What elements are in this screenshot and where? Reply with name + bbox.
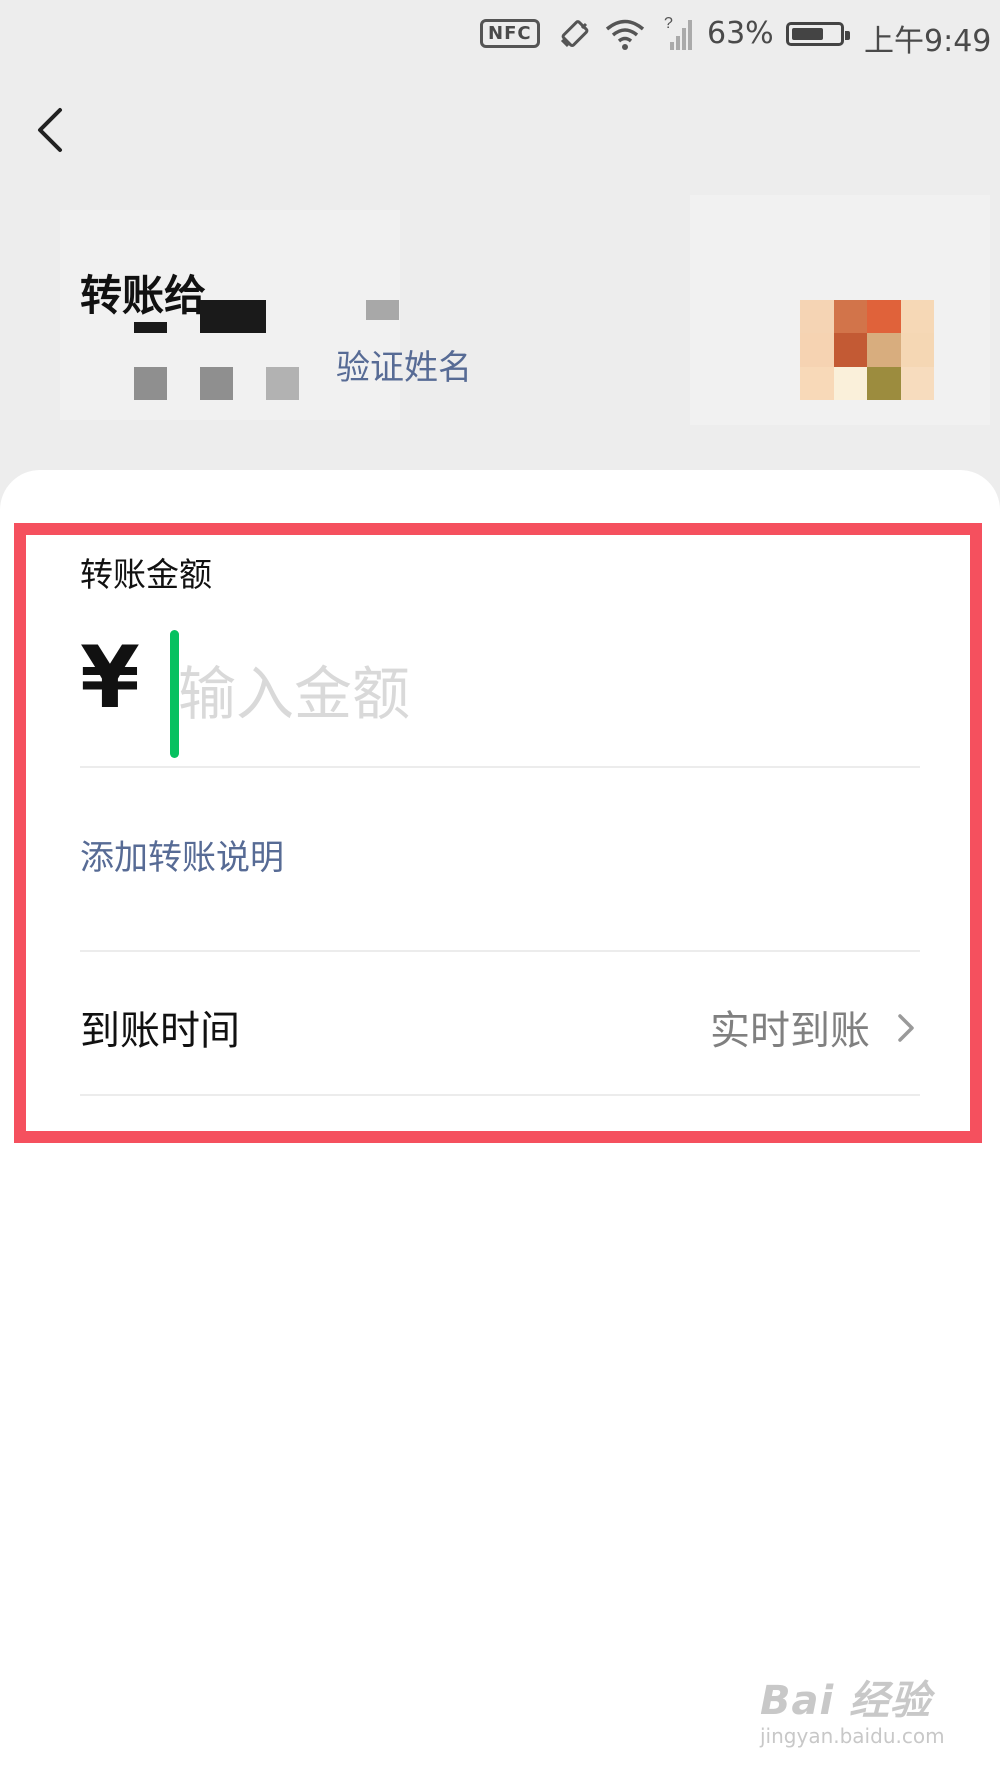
back-button[interactable] <box>30 100 90 160</box>
watermark: Bai 经验 jingyan.baidu.com <box>760 1668 945 1748</box>
clock: 上午9:49 <box>864 24 992 59</box>
status-bar: NFC ? 63% 上午9:49 <box>0 0 1000 72</box>
watermark-url: jingyan.baidu.com <box>760 1724 945 1748</box>
highlight-annotation <box>14 523 982 1143</box>
verify-name-link[interactable]: 验证姓名 <box>336 340 472 389</box>
svg-text:?: ? <box>664 15 673 32</box>
page-title: 转账给 <box>80 271 207 320</box>
watermark-logo: Bai 经验 <box>760 1678 932 1724</box>
rotation-lock-icon <box>560 20 589 48</box>
wifi-icon <box>605 19 645 50</box>
nfc-icon: NFC <box>480 19 540 48</box>
avatar <box>800 300 934 401</box>
battery-icon <box>786 22 850 46</box>
signal-icon: ? <box>664 15 692 50</box>
battery-percent: 63% <box>707 16 774 51</box>
chevron-left-icon <box>38 108 62 152</box>
